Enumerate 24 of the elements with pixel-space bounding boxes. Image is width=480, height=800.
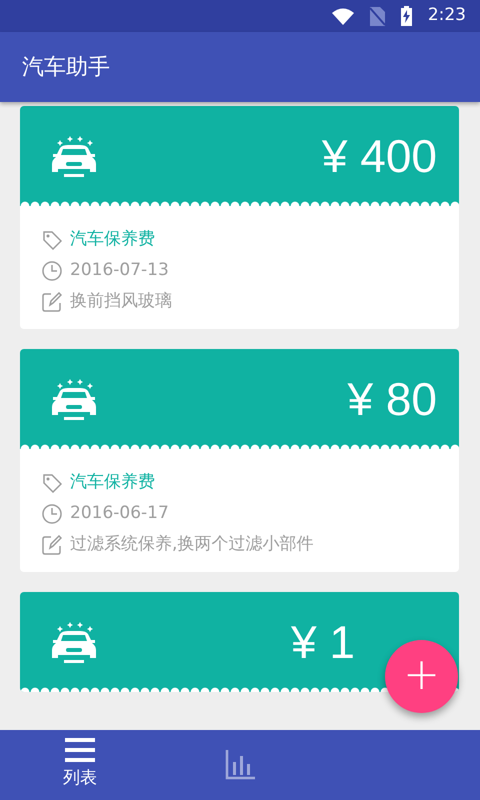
date-text: 2016-06-17 [70,502,169,525]
edit-icon [42,534,62,554]
category-text: 汽车保养费 [70,470,155,494]
clock-time: 2:23 [428,4,466,28]
edit-icon [42,292,62,312]
clock-icon [42,504,62,524]
battery-charging-icon [400,6,412,26]
tag-icon [42,230,62,250]
note-text: 过滤系统保养,换两个过滤小部件 [70,532,314,556]
tag-icon [42,472,62,492]
date-text: 2016-07-13 [70,258,169,282]
menu-icon [65,738,95,762]
note-text: 换前挡风玻璃 [70,290,172,313]
bar-chart-icon [225,750,255,780]
category-text: 汽车保养费 [70,228,155,251]
app-title: 汽车助手 [22,54,110,82]
expense-card[interactable]: ¥ 400 汽车保养费 2016-07-13 换前挡风玻璃 [20,106,459,329]
amount-text: ¥ 400 [322,133,437,179]
wifi-icon [332,8,354,24]
no-sim-icon [370,6,385,26]
amount-text: ¥ 1 [291,619,356,665]
clock-icon [42,260,62,280]
amount-text: ¥ 80 [347,376,437,422]
expense-card[interactable]: ¥ 80 汽车保养费 2016-06-17 过滤系统保养,换两个过滤小部件 [20,349,459,572]
